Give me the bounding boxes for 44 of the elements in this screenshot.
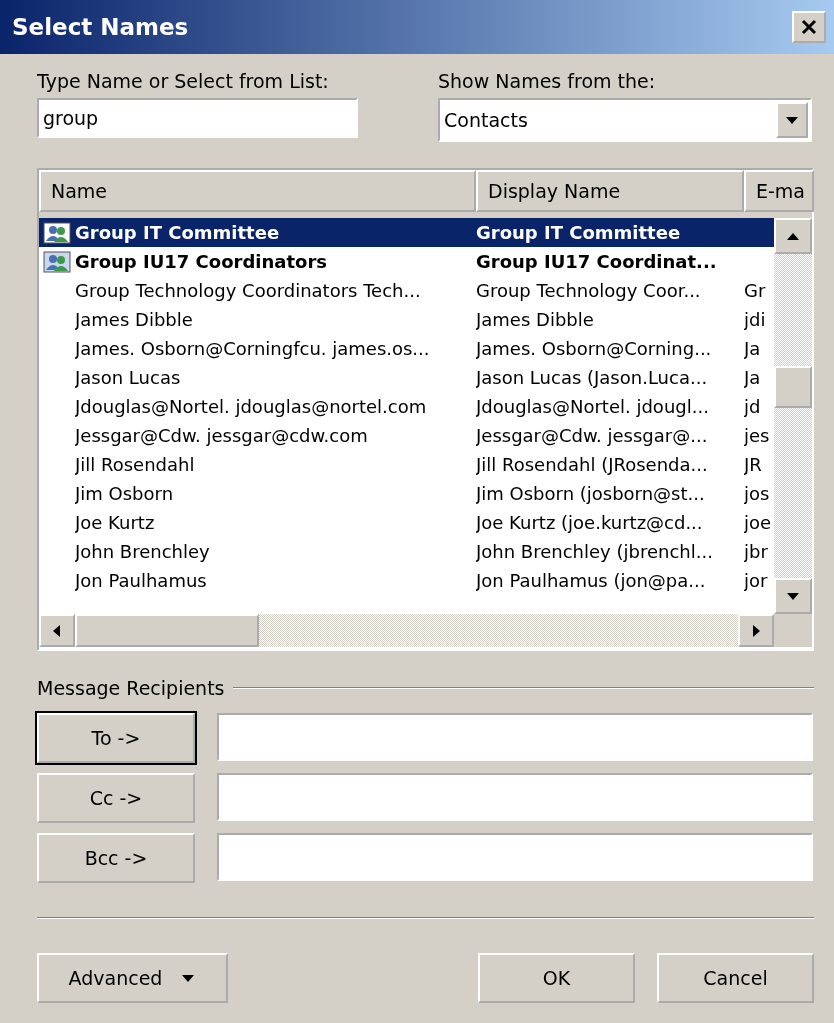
- close-button[interactable]: [792, 11, 826, 43]
- table-cell-text: jor: [744, 570, 769, 591]
- table-cell-text: joe: [744, 512, 773, 533]
- table-cell-text: Group Technology Coor...: [476, 280, 702, 301]
- column-header[interactable]: Display Name: [476, 170, 744, 212]
- search-label: Type Name or Select from List:: [37, 70, 330, 92]
- scroll-thumb[interactable]: [774, 366, 812, 408]
- list-row[interactable]: Group IU17 Coordinators Group IU17 Coordinat...: [39, 247, 774, 276]
- close-icon: [800, 18, 818, 36]
- address-book-dropdown[interactable]: Contacts: [438, 98, 812, 142]
- table-cell-text: jbr: [744, 541, 769, 562]
- table-cell-text: jdi: [744, 309, 767, 330]
- list-row[interactable]: Group IT Committee Group IT Committee: [39, 218, 774, 247]
- table-cell-text: Gr: [744, 280, 767, 301]
- table-cell-text: Group IU17 Coordinators: [75, 251, 328, 272]
- column-header[interactable]: E-ma: [744, 170, 814, 212]
- recipient-button[interactable]: To ->: [37, 713, 195, 763]
- cancel-button[interactable]: Cancel: [657, 953, 814, 1003]
- table-cell-text: jes: [744, 425, 771, 446]
- advanced-button[interactable]: Advanced: [37, 953, 228, 1003]
- recipient-field[interactable]: [217, 833, 813, 881]
- recipient-button[interactable]: Bcc ->: [37, 833, 195, 883]
- scroll-thumb[interactable]: [75, 614, 259, 647]
- section-title: Message Recipients: [37, 677, 225, 699]
- table-cell-text: Group IT Committee: [476, 222, 682, 243]
- column-header[interactable]: Name: [39, 170, 476, 212]
- ok-button[interactable]: OK: [478, 953, 635, 1003]
- search-field[interactable]: group: [37, 98, 358, 138]
- group-icon: [43, 249, 71, 274]
- group-icon: [43, 220, 71, 245]
- scrollbar-corner: [774, 614, 812, 647]
- table-cell-text: jos: [744, 483, 771, 504]
- recipient-button[interactable]: Cc ->: [37, 773, 195, 823]
- table-cell-text: jd: [744, 396, 762, 417]
- table-cell-text: Group IU17 Coordinat...: [476, 251, 718, 272]
- recipient-field[interactable]: [217, 773, 813, 821]
- list-row[interactable]: Group Technology Coordinators Tech... Group Technology Coor... Gr: [39, 276, 774, 305]
- vertical-scrollbar[interactable]: [774, 218, 812, 614]
- horizontal-scrollbar[interactable]: [39, 614, 812, 647]
- window-title: Select Names: [12, 14, 189, 40]
- recipient-field[interactable]: [217, 713, 813, 761]
- address-book-label: Show Names from the:: [438, 70, 657, 92]
- table-cell-text: Group IT Committee: [75, 222, 281, 243]
- table-cell-text: Group Technology Coordinators Tech...: [75, 280, 422, 301]
